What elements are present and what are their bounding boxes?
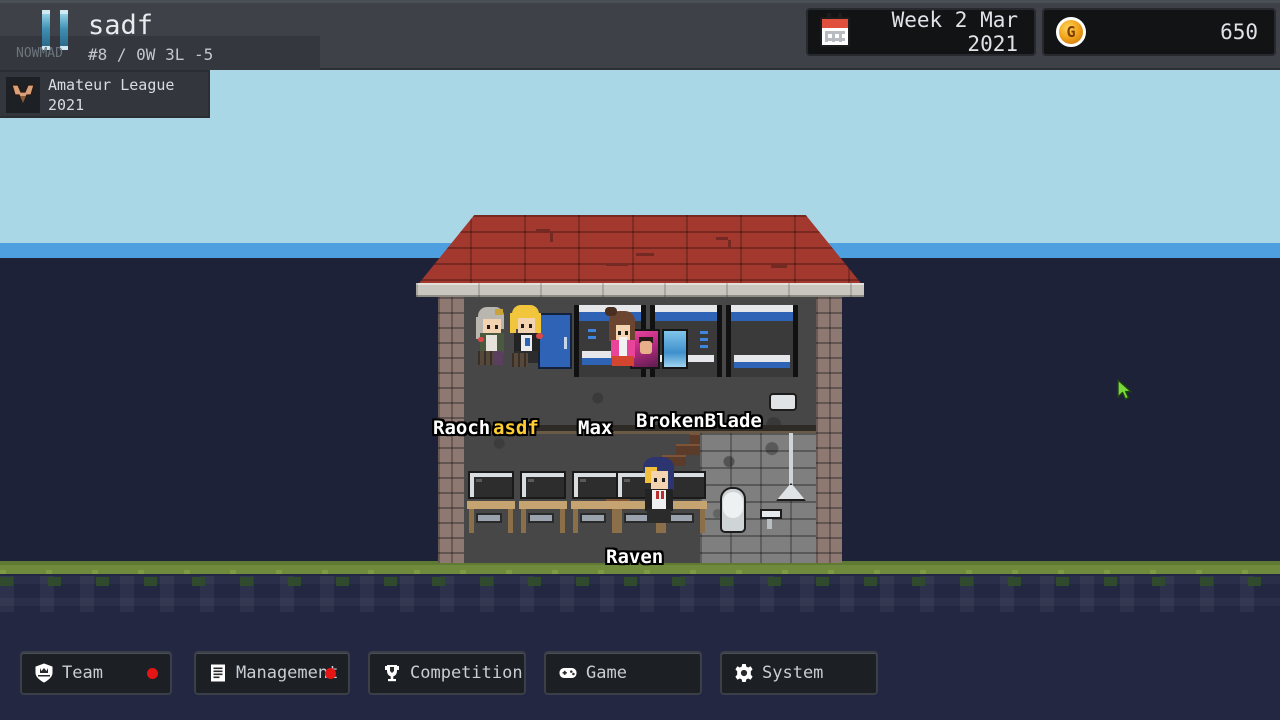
bottom-nav-bar: Team Management Competition Game System (0, 640, 1280, 720)
gear-icon (734, 663, 754, 683)
roof-crack (771, 265, 787, 268)
roof-tiles (416, 215, 864, 287)
notification-dot (147, 668, 158, 679)
top-hud-bar: NOWMAD sadf #8 / 0W 3L -5 Amateur League… (0, 0, 1280, 118)
gaming-desk (519, 471, 567, 533)
lamp-pole (789, 433, 793, 485)
rack-led (588, 329, 596, 332)
monitor (468, 471, 514, 499)
chair (512, 353, 528, 367)
locker-handle (564, 337, 567, 349)
nav-label-management: Management (236, 663, 339, 683)
gamepad-icon (558, 663, 578, 683)
shield-crown-icon (34, 663, 54, 683)
roof (416, 215, 864, 297)
mouse-cursor (1117, 379, 1133, 401)
roof-crack (536, 229, 550, 232)
nav-label-competition: Competition (410, 663, 523, 683)
league-name: Amateur League (48, 76, 175, 94)
calendar-icon (820, 13, 850, 47)
sink-pipe (767, 519, 772, 529)
money-chip[interactable]: G 650 (1042, 8, 1276, 56)
rack-led (588, 336, 596, 339)
nav-button-system[interactable]: System (720, 651, 878, 695)
rack-frame (726, 305, 798, 377)
nav-label-game: Game (586, 663, 627, 683)
server-rack (726, 305, 798, 377)
monitor (572, 471, 618, 499)
game-viewport: Raoch asdf Max BrokenBlade Raven NOWMAD … (0, 0, 1280, 720)
trophy-icon (382, 663, 402, 683)
team-name: sadf (88, 10, 154, 41)
money-amount: 650 (1220, 20, 1258, 44)
gaming-desk (571, 471, 619, 533)
rack-led (700, 331, 708, 334)
rack-led (700, 345, 708, 348)
league-panel[interactable]: Amateur League 2021 (0, 70, 210, 118)
dirt-moss (0, 577, 1280, 586)
eave-cracks (416, 283, 864, 297)
roof-crack (716, 237, 728, 240)
roof-crack (606, 263, 628, 266)
nav-label-system: System (762, 663, 824, 683)
nav-button-management[interactable]: Management (194, 651, 350, 695)
roof-crack (550, 232, 553, 242)
nametag-brokenblade: BrokenBlade (636, 410, 762, 432)
roof-crack (636, 253, 654, 256)
team-info-panel[interactable]: NOWMAD sadf #8 / 0W 3L -5 (0, 6, 300, 64)
sink (760, 509, 782, 519)
poster-figure-face (640, 341, 652, 354)
date-label: Week 2 Mar 2021 (891, 8, 1018, 56)
character-max[interactable] (605, 307, 638, 366)
roof-crack (728, 240, 731, 249)
date-chip[interactable]: Week 2 Mar 2021 (806, 8, 1036, 56)
nav-button-competition[interactable]: Competition (368, 651, 526, 695)
nametag-max: Max (578, 417, 613, 439)
rack-led (700, 338, 708, 341)
character-raven[interactable] (642, 457, 676, 525)
nav-button-team[interactable]: Team (20, 651, 172, 695)
ceiling-lamp (769, 393, 797, 411)
team-house (416, 215, 864, 563)
coin-icon: G (1056, 17, 1086, 47)
toilet-seat (723, 492, 743, 518)
gaming-desk (467, 471, 515, 533)
horns-emblem-icon (6, 77, 40, 113)
monitor (520, 471, 566, 499)
wall-column-right (816, 297, 842, 563)
nav-label-team: Team (62, 663, 103, 683)
nametag-asdf: asdf (493, 417, 539, 439)
nav-button-game[interactable]: Game (544, 651, 702, 695)
chair (478, 351, 494, 365)
notification-dot (325, 668, 336, 679)
topbar-highlight (0, 0, 1280, 3)
team-logo-wordmark: NOWMAD (16, 46, 63, 61)
coin-glyph: G (1066, 23, 1076, 41)
league-year: 2021 (48, 96, 85, 114)
nametag-raoch: Raoch (433, 417, 491, 439)
wall-monitor (662, 329, 688, 369)
document-icon (208, 663, 228, 683)
team-record: #8 / 0W 3L -5 (88, 45, 214, 64)
nametag-raven: Raven (606, 546, 664, 568)
